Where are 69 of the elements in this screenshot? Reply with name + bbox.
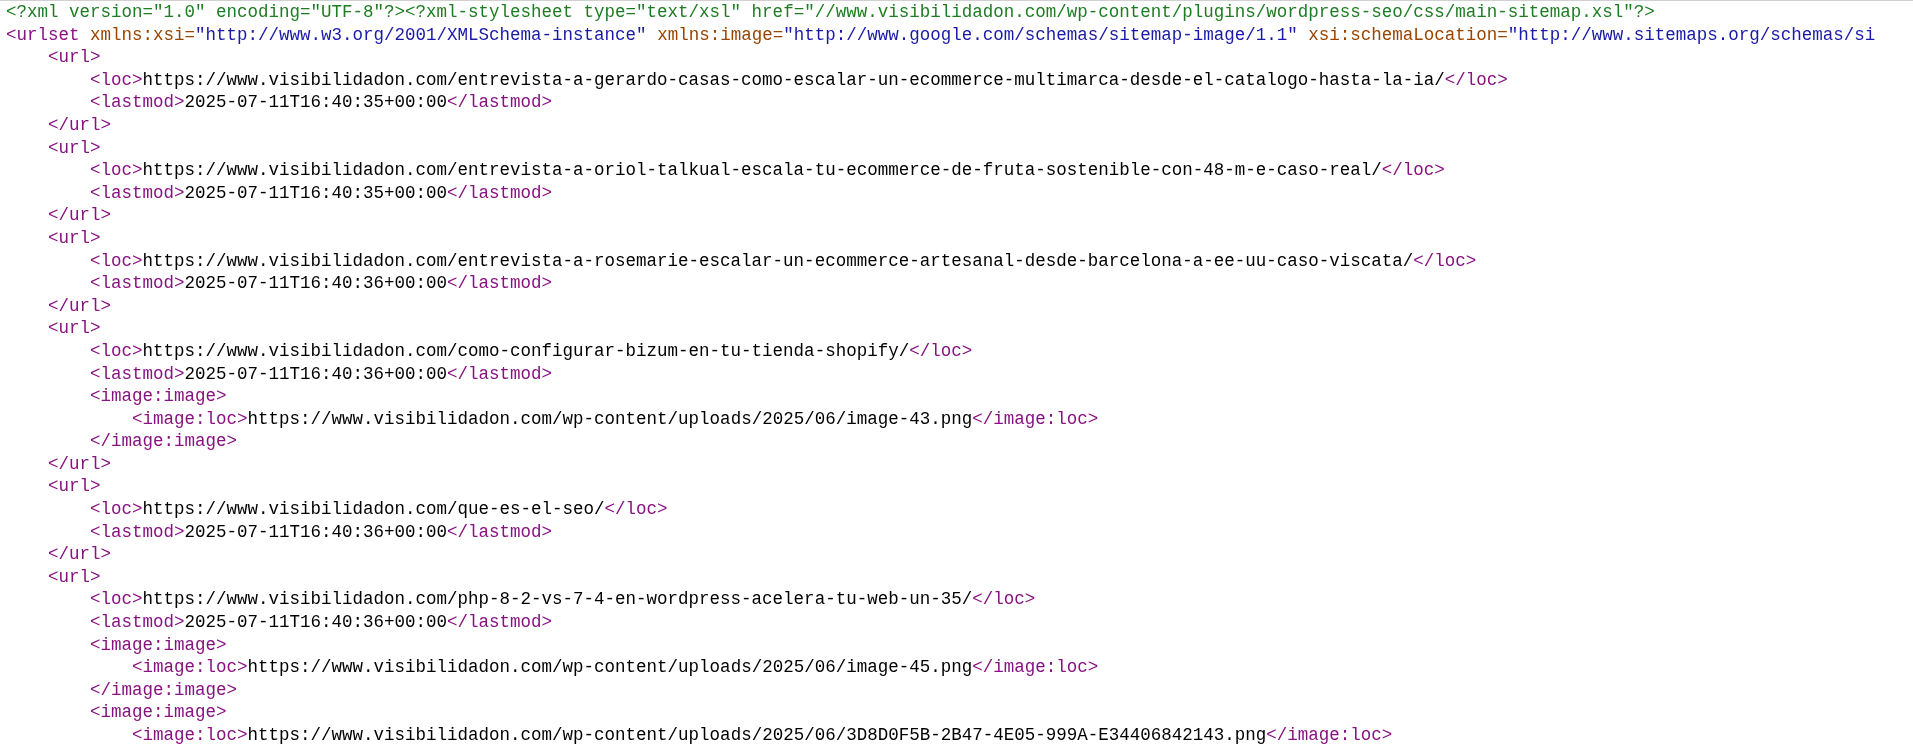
attribute-value: "http://www.sitemaps.org/schemas/si [1507,24,1876,45]
xml-tag: <image:loc> [132,657,248,678]
element-text: 2025-07-11T16:40:36+00:00 [184,273,448,294]
element-text: https://www.visibilidadon.com/entrevista-a-oriol-talkual-escala-tu-ecommerce-de-fruta-sostenible-con-48-m-e-caso-real/ [142,160,1382,181]
xml-tag: <url> [48,137,101,158]
element-text: https://www.visibilidadon.com/wp-content/uploads/2025/06/image-43.png [247,408,973,429]
xml-tag: </image:image> [90,431,238,452]
xml-tag: </image:loc> [1266,725,1393,745]
xml-declaration: <?xml version="1.0" encoding="UTF-8"?><?xml-stylesheet type="text/xsl" href="//www.visibilidadon.com/wp-content/plugins/wordpress-seo/css/main-sitemap.xsl"?> [6,2,1655,22]
xml-tag: <lastmod> [90,612,185,633]
xml-tag: <lastmod> [90,521,185,542]
element-text: https://www.visibilidadon.com/entrevista-a-rosemarie-escalar-un-ecommerce-artesanal-desde-barcelona-a-ee-uu-caso-viscata/ [142,250,1414,271]
xml-tag: </lastmod> [447,182,553,203]
xml-tag: </lastmod> [447,92,553,113]
xml-tag: <url> [48,227,101,248]
xml-tag: </loc> [1381,160,1445,181]
attribute-name: xmlns:xsi= [89,24,196,45]
xml-tag: <loc> [90,250,143,271]
xml-tag: </image:image> [90,679,238,700]
xml-tag: <image:loc> [132,725,248,745]
xml-tag: </image:loc> [972,657,1099,678]
xml-tag: </image:loc> [972,408,1099,429]
element-text: https://www.visibilidadon.com/como-configurar-bizum-en-tu-tienda-shopify/ [142,340,910,361]
xml-tag: <lastmod> [90,273,185,294]
xml-tag: <url> [48,318,101,339]
xml-tag: </loc> [1413,250,1477,271]
xml-tag: <url> [48,47,101,68]
xml-tag: <loc> [90,160,143,181]
xml-tag: </url> [48,295,111,316]
xml-tag: <image:image> [90,386,227,407]
xml-tag: <image:loc> [132,408,248,429]
xml-tag: <lastmod> [90,182,185,203]
xml-tag: </loc> [909,340,973,361]
xml-tag: <loc> [90,589,143,610]
xml-tag: </url> [48,114,111,135]
xml-tag: </lastmod> [447,521,553,542]
xml-tag: </lastmod> [447,363,553,384]
attribute-name: xmlns:image= [656,24,784,45]
attribute-value: "http://www.google.com/schemas/sitemap-image/1.1" [783,24,1298,45]
xml-tag: </lastmod> [447,612,553,633]
attribute-name: xsi:schemaLocation= [1307,24,1508,45]
xml-tag: <loc> [90,340,143,361]
xml-tag: </url> [48,544,111,565]
xml-tag: </loc> [972,589,1036,610]
xml-tag: <lastmod> [90,92,185,113]
xml-tag: </lastmod> [447,273,553,294]
xml-tag: <lastmod> [90,363,185,384]
xml-tag: <image:image> [90,702,227,723]
element-text: 2025-07-11T16:40:36+00:00 [184,612,448,633]
xml-tag: </url> [48,453,111,474]
xml-tag: <urlset [6,24,80,45]
element-text: https://www.visibilidadon.com/que-es-el-seo/ [142,499,605,520]
xml-tag: </loc> [604,499,668,520]
xml-tag: </loc> [1444,69,1508,90]
xml-tag: <loc> [90,499,143,520]
xml-tag: </url> [48,205,111,226]
element-text: 2025-07-11T16:40:36+00:00 [184,521,448,542]
element-text: https://www.visibilidadon.com/entrevista-a-gerardo-casas-como-escalar-un-ecommerce-multimarca-desde-el-catalogo-hasta-la-ia/ [142,69,1445,90]
element-text: https://www.visibilidadon.com/php-8-2-vs-7-4-en-wordpress-acelera-tu-web-un-35/ [142,589,973,610]
element-text: https://www.visibilidadon.com/wp-content/uploads/2025/06/image-45.png [247,657,973,678]
element-text: 2025-07-11T16:40:36+00:00 [184,363,448,384]
xml-tag: <loc> [90,69,143,90]
xml-tag: <url> [48,566,101,587]
element-text: https://www.visibilidadon.com/wp-content/uploads/2025/06/3D8D0F5B-2B47-4E05-999A-E34406842143.png [247,725,1267,745]
xml-tag: <url> [48,476,101,497]
element-text: 2025-07-11T16:40:35+00:00 [184,182,448,203]
attribute-value: "http://www.w3.org/2001/XMLSchema-instance" [195,24,647,45]
element-text: 2025-07-11T16:40:35+00:00 [184,92,448,113]
xml-tag: <image:image> [90,634,227,655]
